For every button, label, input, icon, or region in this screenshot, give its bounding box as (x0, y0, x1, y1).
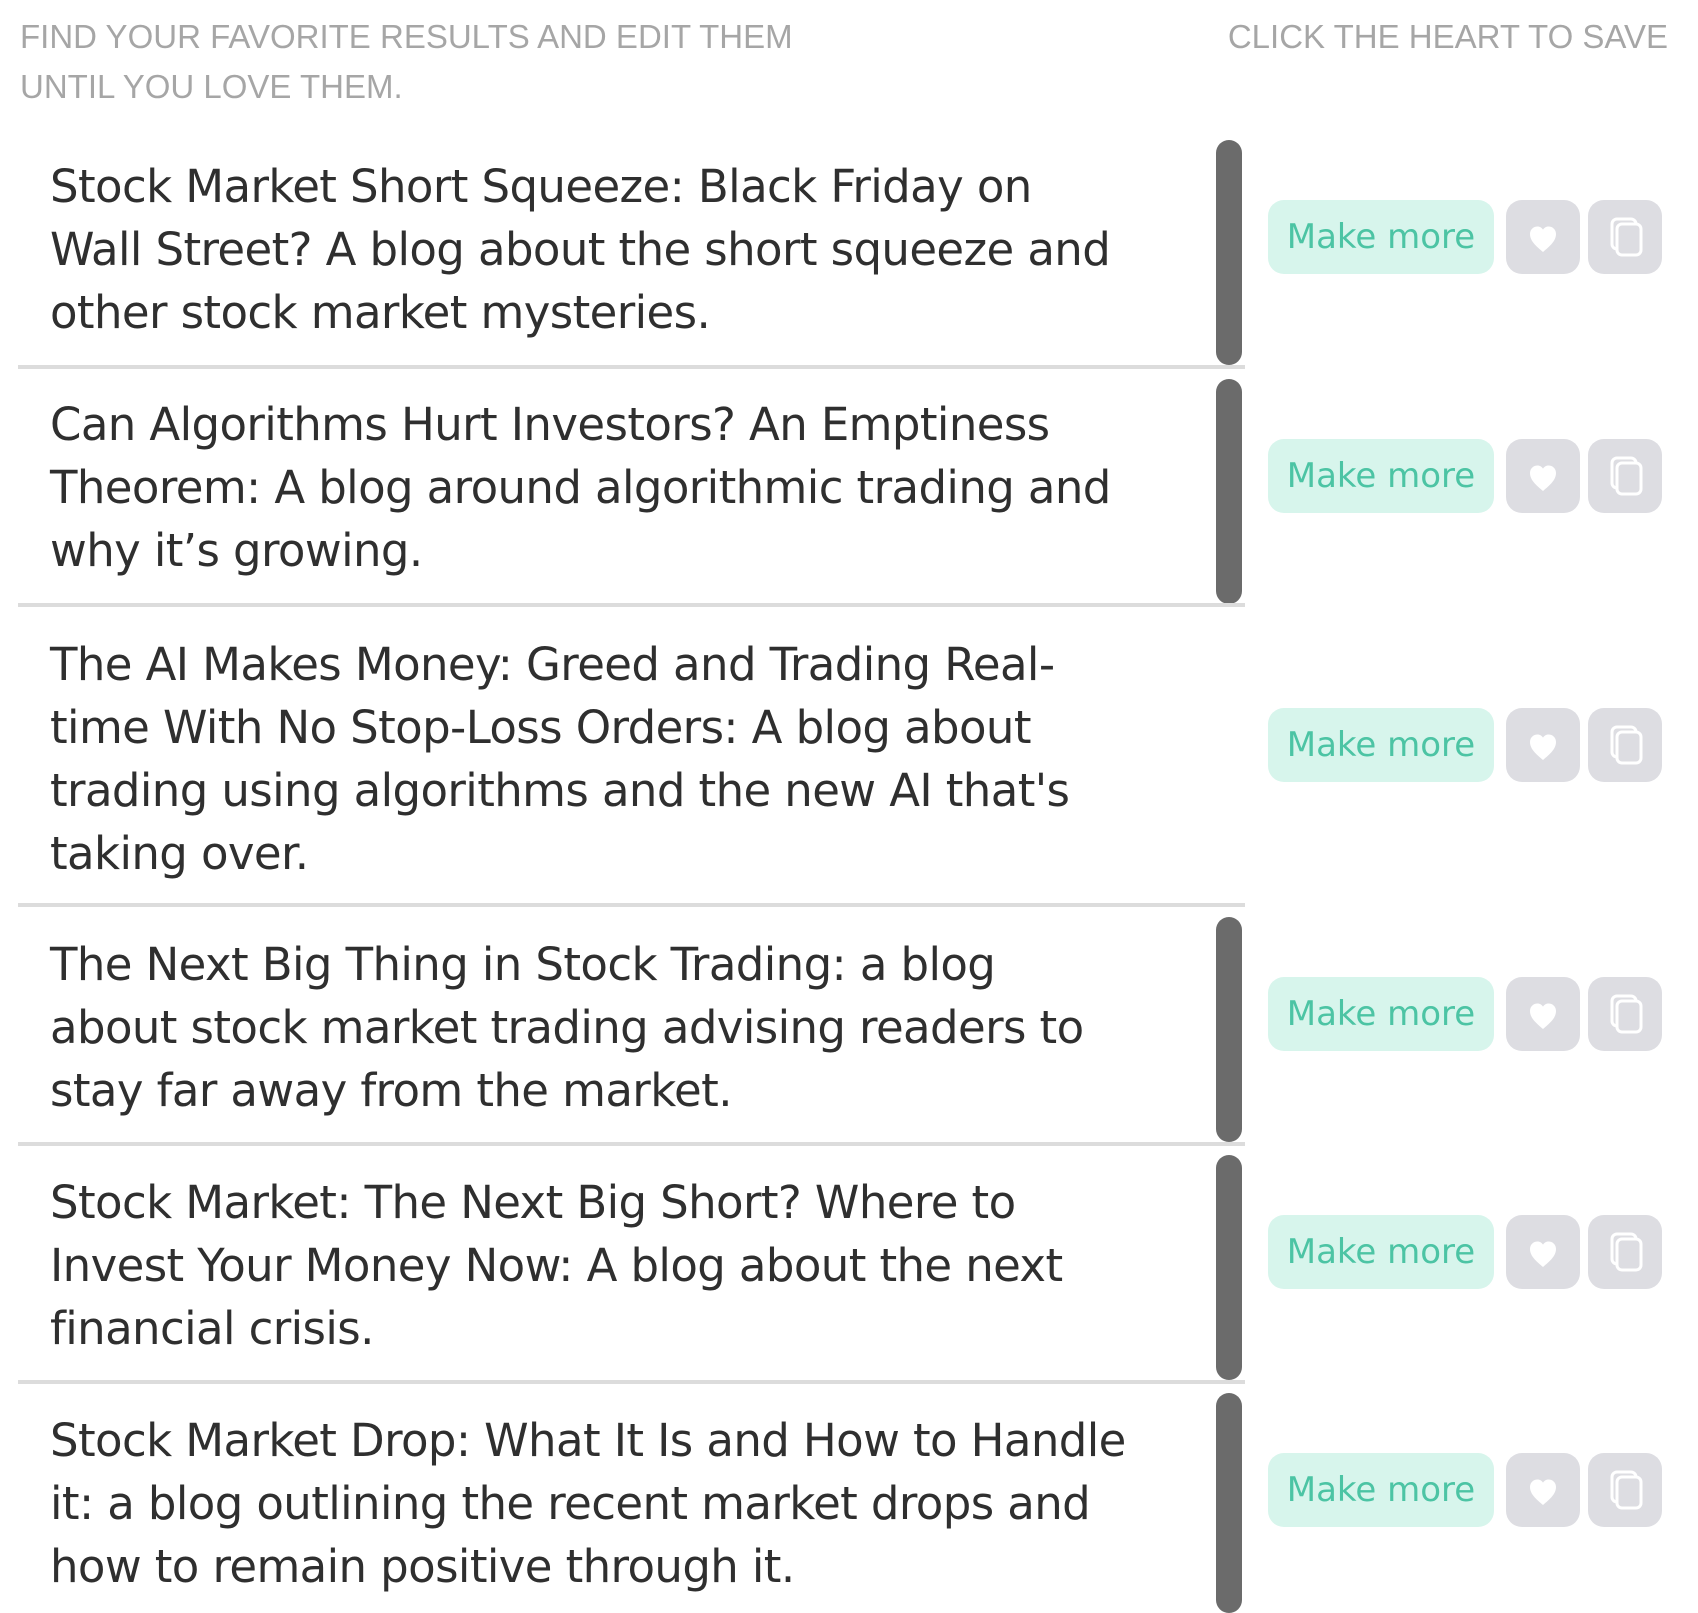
result-text[interactable]: Can Algorithms Hurt Investors? An Emptin… (50, 393, 1200, 582)
copy-button[interactable] (1588, 1215, 1662, 1289)
result-scrollbar[interactable] (1216, 1155, 1242, 1380)
result-text-line: how to remain positive through it. (50, 1540, 795, 1593)
save-heart-button[interactable] (1506, 1215, 1580, 1289)
result-text-line: it: a blog outlining the recent market d… (50, 1477, 1091, 1530)
result-scrollbar[interactable] (1216, 140, 1242, 365)
result-text-line: other stock market mysteries. (50, 286, 711, 339)
copy-icon (1610, 1232, 1643, 1272)
heart-icon (1530, 1479, 1556, 1505)
result-text-line: about stock market trading advising read… (50, 1001, 1084, 1054)
result-divider (18, 603, 1245, 607)
result-text-line: taking over. (50, 827, 309, 880)
results-list: Stock Market Short Squeeze: Black Friday… (0, 0, 1698, 1613)
save-heart-button[interactable] (1506, 439, 1580, 513)
save-heart-button[interactable] (1506, 200, 1580, 274)
result-text-line: Stock Market: The Next Big Short? Where … (50, 1176, 1016, 1229)
result-text-line: why it’s growing. (50, 524, 423, 577)
save-heart-button[interactable] (1506, 1453, 1580, 1527)
result-text-line: Stock Market Short Squeeze: Black Friday… (50, 160, 1032, 213)
copy-icon (1610, 456, 1643, 496)
heart-icon (1530, 226, 1556, 252)
copy-button[interactable] (1588, 200, 1662, 274)
result-text-line: Theorem: A blog around algorithmic tradi… (50, 461, 1111, 514)
result-text[interactable]: The Next Big Thing in Stock Trading: a b… (50, 933, 1200, 1122)
copy-button[interactable] (1588, 1453, 1662, 1527)
make-more-button[interactable]: Make more (1268, 977, 1494, 1051)
make-more-button[interactable]: Make more (1268, 1215, 1494, 1289)
copy-icon (1610, 1470, 1643, 1510)
copy-button[interactable] (1588, 977, 1662, 1051)
result-divider (18, 1380, 1245, 1384)
make-more-button[interactable]: Make more (1268, 439, 1494, 513)
result-divider (18, 903, 1245, 907)
result-text-line: Invest Your Money Now: A blog about the … (50, 1239, 1063, 1292)
result-text[interactable]: Stock Market Drop: What It Is and How to… (50, 1409, 1200, 1598)
result-text-line: time With No Stop-Loss Orders: A blog ab… (50, 701, 1031, 754)
result-text-line: Wall Street? A blog about the short sque… (50, 223, 1111, 276)
result-text-line: The Next Big Thing in Stock Trading: a b… (50, 938, 996, 991)
make-more-button[interactable]: Make more (1268, 200, 1494, 274)
save-heart-button[interactable] (1506, 977, 1580, 1051)
make-more-button[interactable]: Make more (1268, 1453, 1494, 1527)
result-text-line: Stock Market Drop: What It Is and How to… (50, 1414, 1126, 1467)
copy-button[interactable] (1588, 439, 1662, 513)
result-text-line: The AI Makes Money: Greed and Trading Re… (50, 638, 1055, 691)
make-more-button[interactable]: Make more (1268, 708, 1494, 782)
result-text[interactable]: Stock Market: The Next Big Short? Where … (50, 1171, 1200, 1360)
heart-icon (1530, 465, 1556, 491)
result-scrollbar[interactable] (1216, 917, 1242, 1142)
heart-icon (1530, 734, 1556, 760)
result-text-line: financial crisis. (50, 1302, 374, 1355)
result-divider (18, 1142, 1245, 1146)
result-scrollbar[interactable] (1216, 1393, 1242, 1613)
heart-icon (1530, 1241, 1556, 1267)
result-scrollbar[interactable] (1216, 379, 1242, 604)
result-text-line: stay far away from the market. (50, 1064, 733, 1117)
result-text[interactable]: Stock Market Short Squeeze: Black Friday… (50, 155, 1200, 344)
result-text-line: trading using algorithms and the new AI … (50, 764, 1070, 817)
copy-icon (1610, 994, 1643, 1034)
result-text-line: Can Algorithms Hurt Investors? An Emptin… (50, 398, 1050, 451)
copy-button[interactable] (1588, 708, 1662, 782)
heart-icon (1530, 1003, 1556, 1029)
result-text[interactable]: The AI Makes Money: Greed and Trading Re… (50, 633, 1200, 885)
result-divider (18, 365, 1245, 369)
copy-icon (1610, 217, 1643, 257)
copy-icon (1610, 725, 1643, 765)
save-heart-button[interactable] (1506, 708, 1580, 782)
